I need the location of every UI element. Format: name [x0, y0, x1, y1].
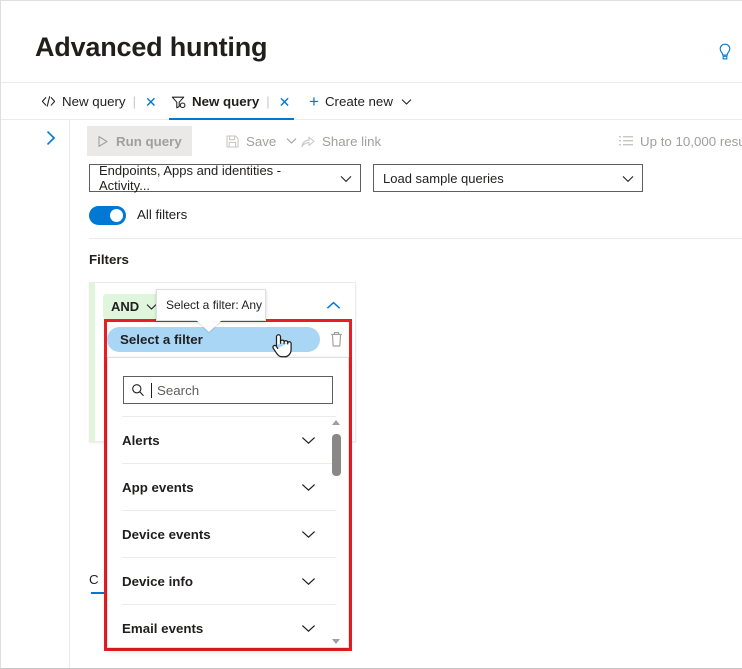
obscured-button[interactable]: C [89, 572, 115, 594]
list-icon [619, 135, 633, 147]
filter-tooltip-text: Select a filter: Any [166, 298, 263, 312]
group-accent-bar [90, 283, 95, 441]
create-new-label: Create new [324, 94, 393, 109]
scope-select[interactable]: Endpoints, Apps and identities - Activit… [89, 163, 361, 193]
collapse-group-chevron-up-icon[interactable] [326, 297, 341, 315]
tab-separator: | [266, 94, 270, 109]
scroll-down-arrow[interactable] [331, 637, 341, 646]
selected-filter-row: Select a filter [107, 327, 349, 353]
text-caret [151, 382, 152, 398]
chevron-down-icon [301, 621, 316, 636]
command-bar: Run query Save Share link Up to 10,000 r… [71, 120, 742, 162]
save-disk-icon [226, 134, 239, 148]
chevron-down-icon [301, 433, 316, 448]
tab-label: New query [62, 94, 126, 109]
search-placeholder: Search [157, 382, 200, 398]
share-link-button[interactable]: Share link [291, 126, 391, 156]
filter-tooltip: Select a filter: Any [156, 289, 266, 321]
trash-icon[interactable] [329, 330, 344, 353]
all-filters-label: All filters [137, 207, 188, 222]
chevron-down-icon [622, 171, 634, 186]
chevron-down-icon [301, 527, 316, 542]
filter-category-list: Alerts App events Device events Device i… [108, 416, 348, 647]
tab-new-query-1[interactable]: New query | ✕ [39, 83, 161, 120]
tab-close-icon[interactable]: ✕ [143, 95, 159, 109]
list-item[interactable]: App events [122, 463, 336, 510]
toggle-knob [110, 209, 123, 222]
section-divider [89, 238, 742, 239]
results-limit-label: Up to 10,000 result [640, 133, 742, 149]
obscured-button-label: C [89, 572, 99, 587]
results-limit-button[interactable]: Up to 10,000 result [609, 126, 742, 156]
lightbulb-icon[interactable] [717, 43, 733, 61]
chevron-down-icon [340, 171, 352, 186]
sample-queries-value: Load sample queries [383, 170, 504, 186]
list-item[interactable]: Email events [122, 604, 336, 647]
tab-label: New query [192, 94, 260, 109]
filters-heading: Filters [89, 252, 129, 267]
scrollbar-thumb[interactable] [332, 434, 341, 476]
tab-close-icon[interactable]: ✕ [277, 95, 293, 109]
create-new-button[interactable]: + Create new [309, 83, 412, 120]
list-item-label: Alerts [122, 432, 160, 448]
app-window: Advanced hunting New query | ✕ New query… [0, 0, 742, 669]
filter-query-icon [171, 95, 186, 109]
list-item[interactable]: Alerts [122, 416, 336, 463]
list-item[interactable]: Device info [122, 557, 336, 604]
operator-label: AND [111, 299, 140, 314]
run-query-button[interactable]: Run query [87, 126, 192, 156]
run-query-label: Run query [116, 133, 182, 149]
save-label: Save [246, 133, 277, 149]
all-filters-toggle[interactable] [89, 206, 126, 225]
chevron-down-icon [301, 480, 316, 495]
page-header: Advanced hunting [1, 1, 742, 83]
scope-select-value: Endpoints, Apps and identities - Activit… [99, 163, 282, 193]
list-item-label: App events [122, 479, 194, 495]
list-item-label: Email events [122, 620, 204, 636]
share-icon [301, 135, 315, 148]
scroll-up-arrow[interactable] [331, 418, 341, 427]
all-filters-toggle-row: All filters [71, 204, 742, 230]
share-link-label: Share link [322, 133, 382, 149]
sample-queries-select[interactable]: Load sample queries [373, 164, 643, 192]
scrollbar-track[interactable] [329, 428, 343, 636]
list-item-label: Device events [122, 526, 211, 542]
query-code-icon [41, 95, 56, 108]
plus-icon: + [309, 92, 319, 111]
chevron-down-icon [401, 98, 412, 106]
tab-strip: New query | ✕ New query | ✕ + Create new [1, 83, 742, 120]
left-rail [1, 120, 70, 668]
search-input[interactable]: Search [123, 376, 333, 404]
play-icon [97, 135, 109, 148]
list-item-label: Device info [122, 573, 193, 589]
list-item[interactable]: Device events [122, 510, 336, 557]
chevron-right-icon[interactable] [42, 129, 60, 147]
chevron-down-icon [301, 574, 316, 589]
select-a-filter-label: Select a filter [120, 332, 203, 347]
search-field-wrapper: Search [123, 376, 333, 404]
search-icon [131, 383, 145, 397]
tab-separator: | [132, 94, 136, 109]
tab-new-query-2[interactable]: New query | ✕ [169, 83, 295, 120]
filter-dropdown-panel: Search Alerts App events Device events D… [107, 357, 349, 648]
tooltip-beak [196, 320, 222, 332]
dropdown-scrollbar[interactable] [329, 418, 343, 646]
page-title: Advanced hunting [35, 32, 268, 62]
selector-row: Endpoints, Apps and identities - Activit… [71, 163, 742, 196]
